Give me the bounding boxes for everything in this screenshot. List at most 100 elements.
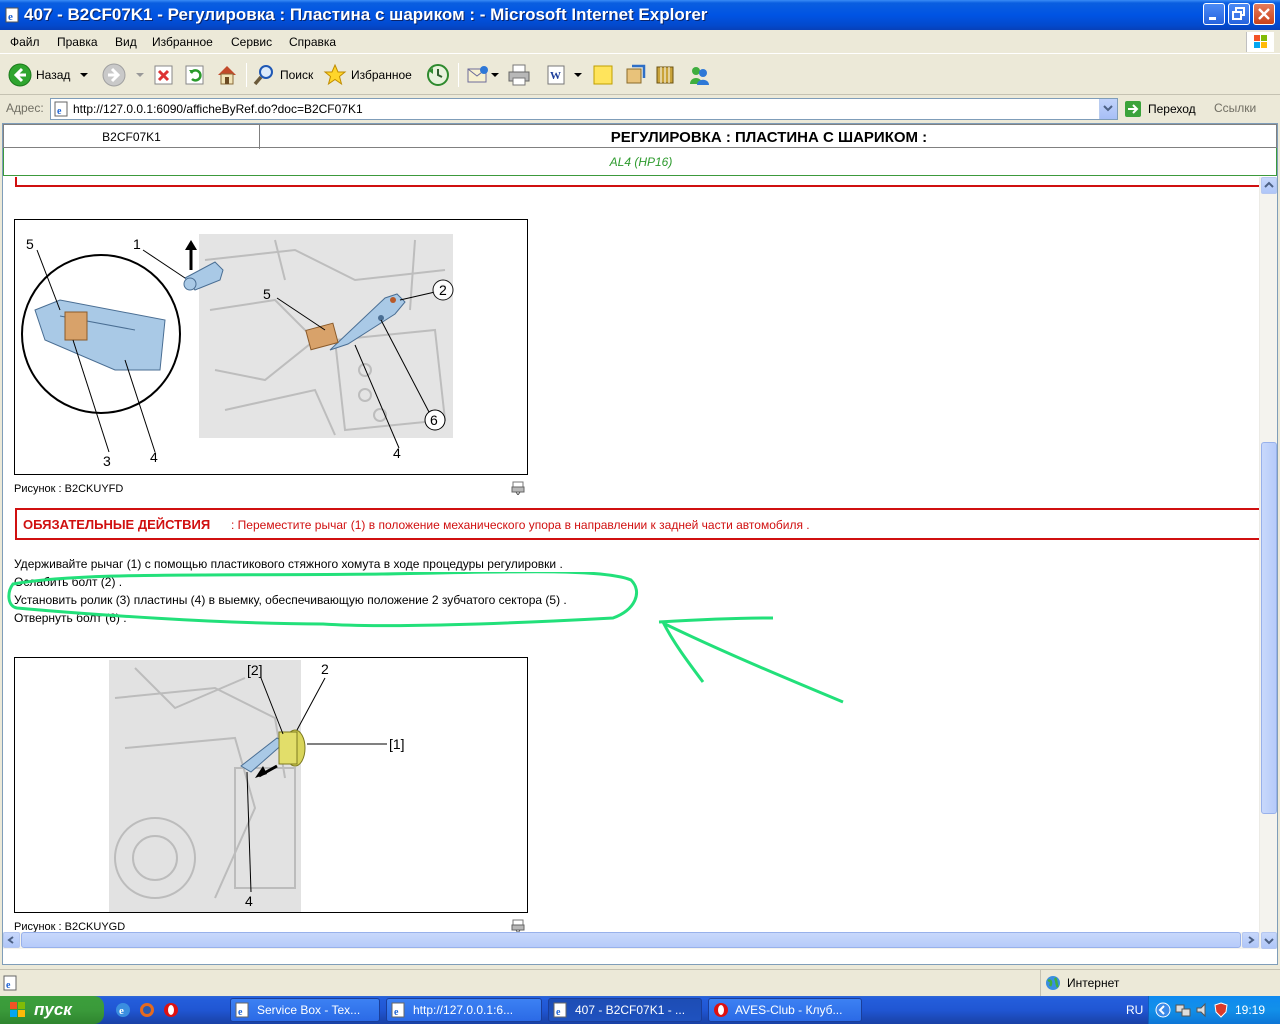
quicklaunch-opera-icon[interactable] xyxy=(162,1001,180,1019)
page-status-icon: e xyxy=(3,975,17,991)
print-figure-icon[interactable] xyxy=(511,919,525,933)
quicklaunch-firefox-icon[interactable] xyxy=(138,1001,156,1019)
mandatory-text: : Переместите рычаг (1) в положение меха… xyxy=(231,518,810,532)
sound-icon[interactable] xyxy=(1195,1002,1211,1018)
go-button[interactable]: Переход xyxy=(1124,100,1196,118)
scroll-up-button[interactable] xyxy=(1261,177,1277,194)
menu-favorites[interactable]: Избранное xyxy=(152,35,213,49)
page-icon: e xyxy=(54,101,68,117)
chevron-down-icon[interactable] xyxy=(573,70,583,80)
ie-window: e 407 - B2CF07K1 - Регулировка : Пластин… xyxy=(0,0,1280,996)
taskbar-button-servicebox[interactable]: e Service Box - Tex... xyxy=(230,998,380,1022)
chevron-down-icon[interactable] xyxy=(134,70,146,80)
taskbar-label: AVES-Club - Клуб... xyxy=(735,1003,843,1017)
favorites-button[interactable]: Избранное xyxy=(323,61,412,89)
back-button[interactable]: Назад xyxy=(8,61,90,89)
header-row: B2CF07K1 РЕГУЛИРОВКА : ПЛАСТИНА С ШАРИКО… xyxy=(3,124,1277,149)
status-bar: e Интернет xyxy=(0,969,1280,996)
figure-1-caption: Рисунок : B2CKUYFD xyxy=(14,483,124,495)
scroll-left-button[interactable] xyxy=(3,932,20,948)
address-input[interactable]: e http://127.0.0.1:6090/afficheByRef.do?… xyxy=(50,98,1118,120)
callout-4: 4 xyxy=(245,893,253,909)
address-label: Адрес: xyxy=(6,101,44,115)
figure-2-drawing: [2] 2 [1] 4 xyxy=(109,660,405,912)
callout-4b: 4 xyxy=(393,445,401,461)
chevron-down-icon[interactable] xyxy=(490,70,500,80)
chevron-left-icon[interactable] xyxy=(1155,1001,1171,1019)
taskbar-button-current[interactable]: e 407 - B2CF07K1 - ... xyxy=(548,998,702,1022)
printer-icon xyxy=(508,64,530,86)
search-button[interactable]: Поиск xyxy=(252,61,313,89)
chevron-left-icon xyxy=(7,936,14,944)
zone-label: Интернет xyxy=(1067,976,1120,990)
svg-text:W: W xyxy=(550,70,561,82)
mail-button[interactable] xyxy=(466,61,500,89)
menu-file[interactable]: Файл xyxy=(10,35,40,49)
document-body: 5 1 5 2 3 4 4 6 2 Рисунок : B2CKUYFD xyxy=(3,177,1259,949)
opera-icon xyxy=(714,1003,728,1017)
close-button[interactable] xyxy=(1253,3,1275,25)
shield-icon[interactable] xyxy=(1213,1002,1229,1018)
horizontal-scrollbar[interactable] xyxy=(3,932,1259,949)
taskbar-button-localhost[interactable]: e http://127.0.0.1:6... xyxy=(386,998,542,1022)
messenger-button[interactable] xyxy=(687,61,711,89)
step-1: Удерживайте рычаг (1) с помощью пластико… xyxy=(14,557,563,571)
ie-icon: e xyxy=(235,1002,249,1018)
minimize-icon xyxy=(1209,17,1216,20)
vertical-scroll-thumb[interactable] xyxy=(1261,442,1277,814)
discuss-button[interactable] xyxy=(591,61,615,89)
menu-bar: Файл Правка Вид Избранное Сервис Справка xyxy=(0,30,1280,54)
clock[interactable]: 19:19 xyxy=(1235,1003,1265,1017)
home-button[interactable] xyxy=(215,61,239,89)
book-icon xyxy=(656,66,674,84)
doc-title: РЕГУЛИРОВКА : ПЛАСТИНА С ШАРИКОМ : xyxy=(610,129,928,146)
doc-model: AL4 (HP16) xyxy=(609,155,673,169)
print-button[interactable] xyxy=(507,61,531,89)
go-label: Переход xyxy=(1148,102,1196,116)
mandatory-actions-box: ОБЯЗАТЕЛЬНЫЕ ДЕЙСТВИЯ : Переместите рыча… xyxy=(15,508,1259,540)
vertical-scrollbar[interactable] xyxy=(1259,177,1277,949)
scroll-down-button[interactable] xyxy=(1261,932,1277,949)
history-button[interactable] xyxy=(426,61,450,89)
messenger-tool-button[interactable] xyxy=(654,61,678,89)
quicklaunch-ie-icon[interactable]: e xyxy=(114,1001,132,1019)
scroll-right-button[interactable] xyxy=(1242,932,1259,948)
menu-tools[interactable]: Сервис xyxy=(231,35,272,49)
callout-2: 2 xyxy=(321,661,329,677)
network-icon[interactable] xyxy=(1175,1002,1191,1018)
address-dropdown-button[interactable] xyxy=(1099,99,1117,119)
edit-button[interactable]: W xyxy=(545,61,583,89)
taskbar-label: http://127.0.0.1:6... xyxy=(413,1003,514,1017)
address-bar: Адрес: e http://127.0.0.1:6090/afficheBy… xyxy=(0,96,1280,122)
menu-help[interactable]: Справка xyxy=(289,35,336,49)
search-label: Поиск xyxy=(280,68,314,82)
taskbar-button-aves[interactable]: AVES-Club - Клуб... xyxy=(708,998,862,1022)
maximize-button[interactable] xyxy=(1228,3,1250,25)
svg-text:e: e xyxy=(57,106,62,117)
forward-button[interactable] xyxy=(102,61,146,89)
refresh-button[interactable] xyxy=(184,61,206,89)
toolbar-separator xyxy=(246,63,247,87)
title-bar: e 407 - B2CF07K1 - Регулировка : Пластин… xyxy=(0,0,1280,30)
research-button[interactable] xyxy=(624,61,648,89)
start-button[interactable]: пуск xyxy=(0,996,104,1024)
menu-edit[interactable]: Правка xyxy=(57,35,98,49)
minimize-button[interactable] xyxy=(1203,3,1225,25)
callout-bracket-2: [2] xyxy=(247,662,263,678)
model-row: AL4 (HP16) xyxy=(3,148,1277,176)
forward-arrow-icon xyxy=(102,63,126,87)
stop-button[interactable] xyxy=(153,61,175,89)
menu-view[interactable]: Вид xyxy=(115,35,137,49)
language-indicator[interactable]: RU xyxy=(1126,1003,1143,1017)
chevron-down-icon[interactable] xyxy=(78,70,90,80)
links-label[interactable]: Ссылки xyxy=(1214,101,1256,115)
close-icon xyxy=(1258,8,1270,20)
callout-5b: 5 xyxy=(263,286,271,302)
horizontal-scroll-thumb[interactable] xyxy=(21,932,1241,948)
home-icon xyxy=(218,66,236,85)
globe-icon xyxy=(1046,976,1060,990)
ie-icon: e xyxy=(553,1002,567,1018)
svg-text:e: e xyxy=(119,1005,124,1017)
print-figure-icon[interactable] xyxy=(511,481,525,495)
messenger-icon xyxy=(690,67,709,85)
